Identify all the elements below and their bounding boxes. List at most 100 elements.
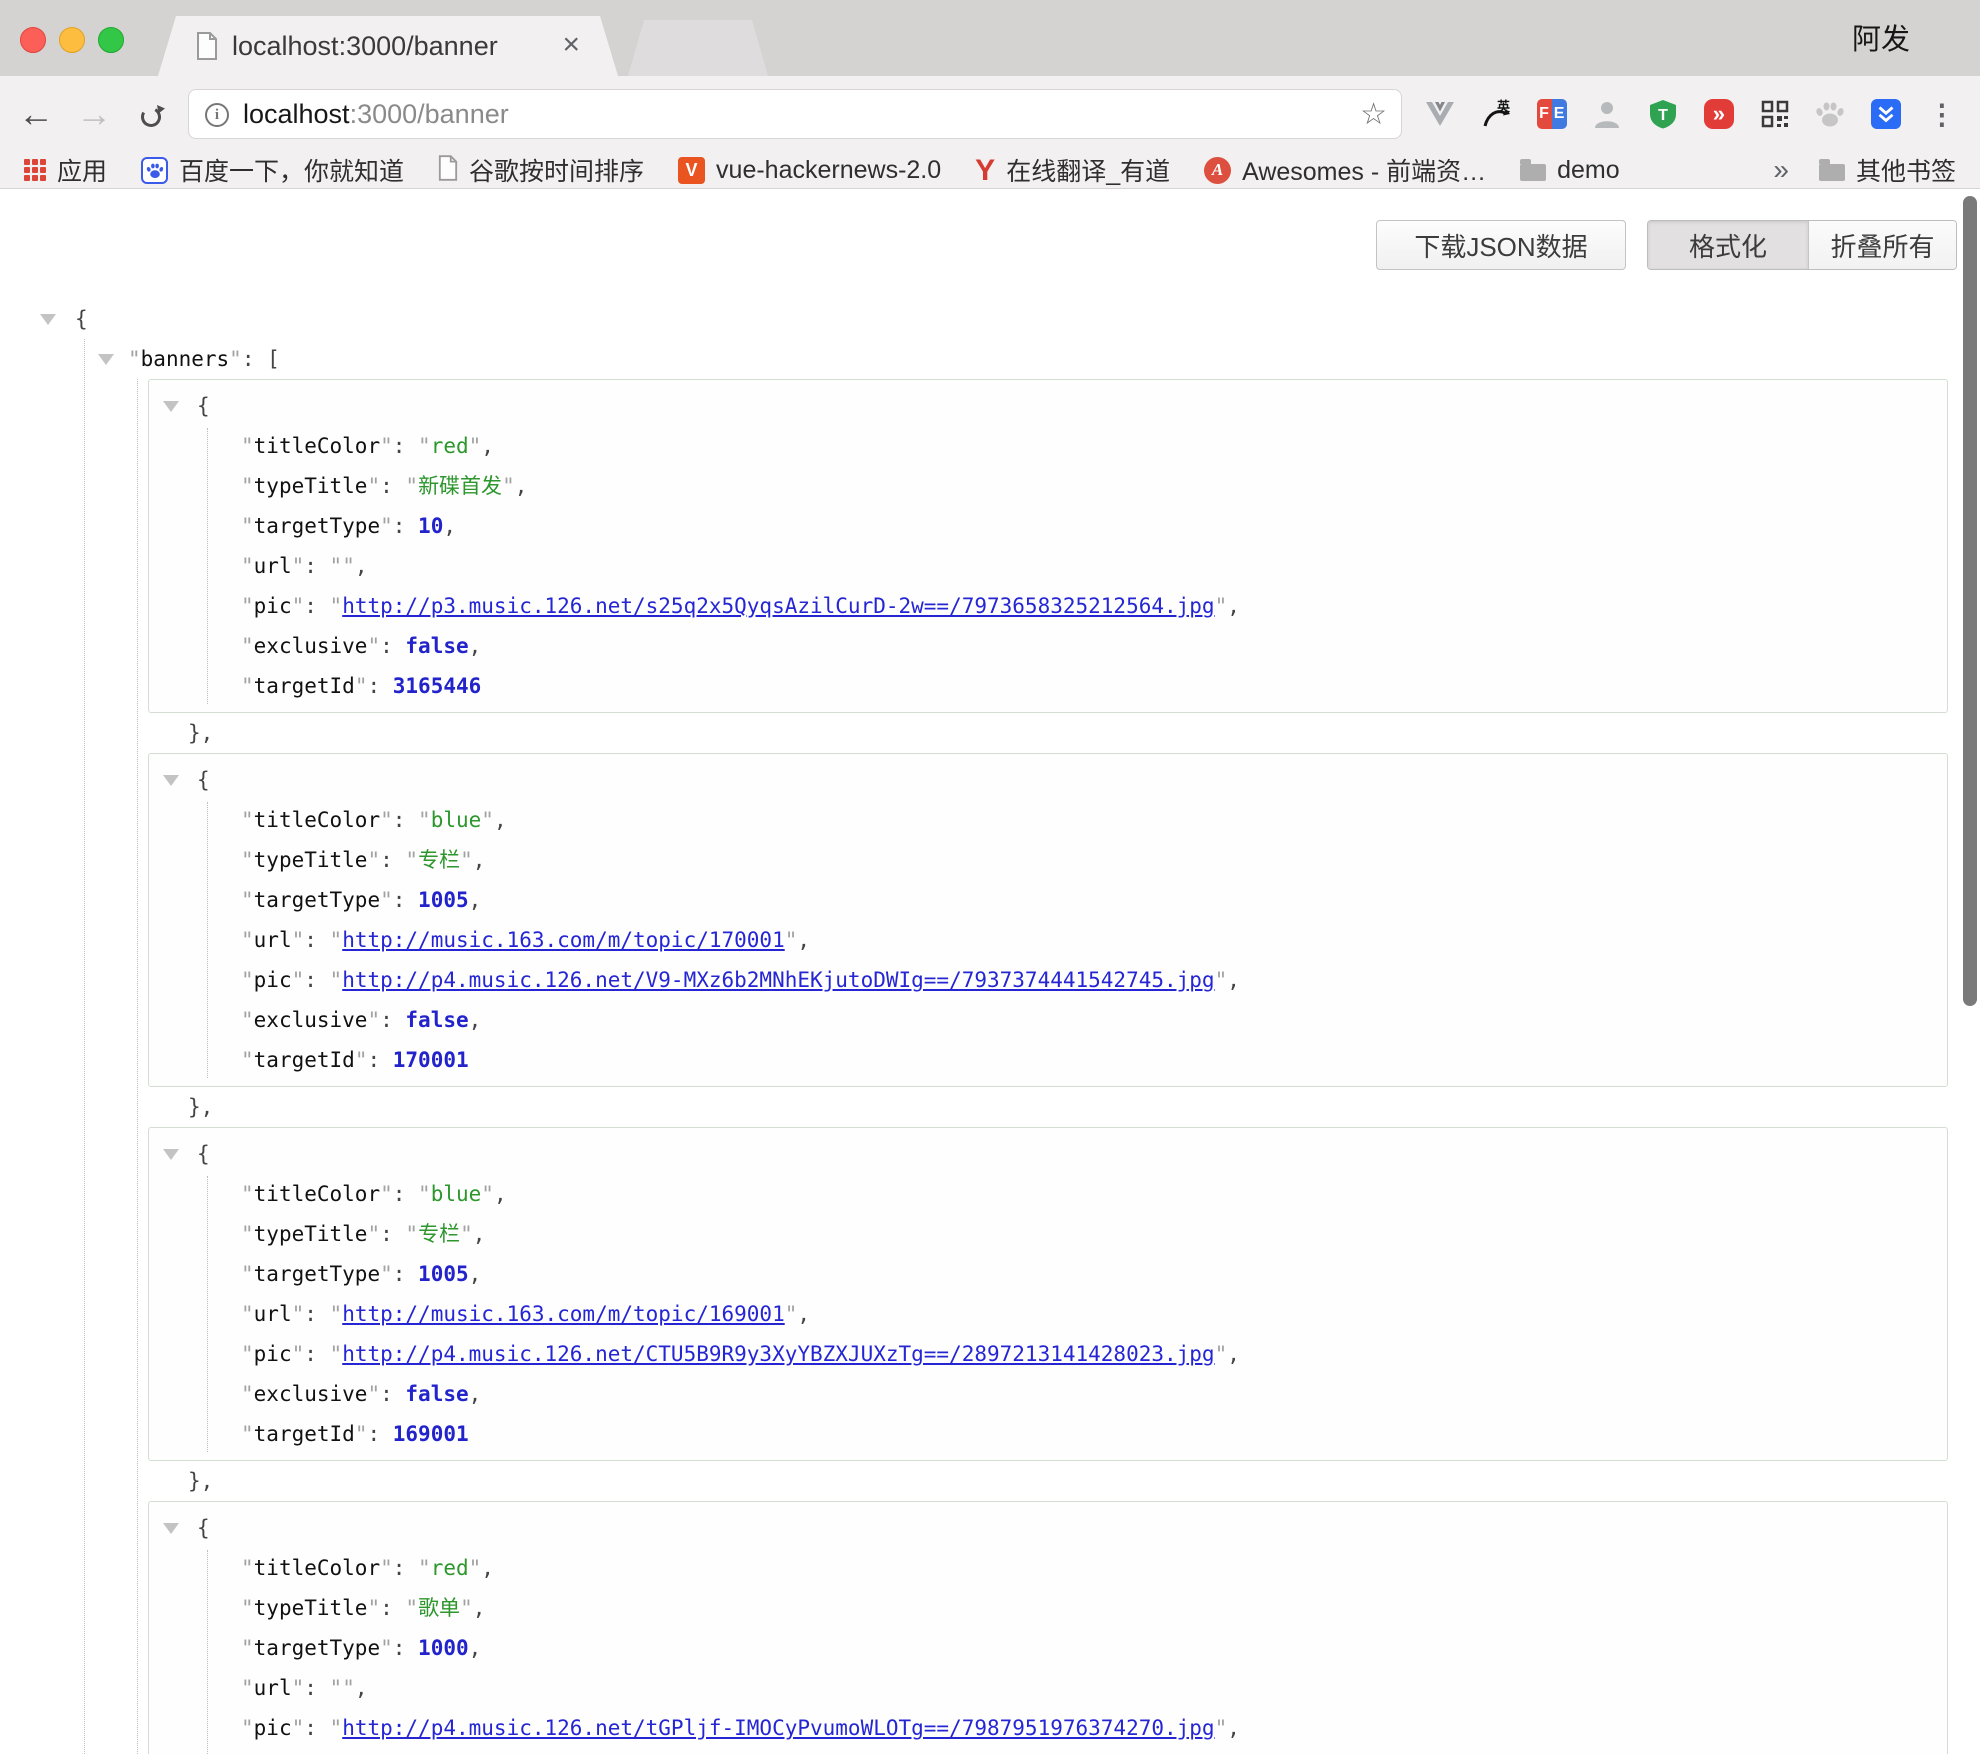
json-token: ,: [469, 634, 482, 658]
json-key: targetId: [254, 1422, 355, 1446]
json-token: ": [241, 594, 254, 618]
json-token: :: [380, 474, 405, 498]
qr-code-extension-icon[interactable]: [1759, 98, 1791, 130]
json-token: ": [367, 848, 380, 872]
person-extension-icon[interactable]: [1591, 98, 1623, 130]
collapse-triangle-icon[interactable]: [163, 401, 179, 412]
json-line: "targetType": 1005,: [149, 880, 1947, 920]
json-line: {: [149, 760, 1947, 800]
json-key: url: [254, 1676, 292, 1700]
json-key: targetId: [254, 1048, 355, 1072]
json-key: titleColor: [254, 1556, 380, 1580]
json-token: ": [405, 1596, 418, 1620]
json-url-link[interactable]: http://p4.music.126.net/tGPljf-IMOCyPvum…: [342, 1716, 1214, 1740]
json-value: 3165446: [393, 674, 482, 698]
vertical-scrollbar-thumb[interactable]: [1963, 196, 1977, 1006]
json-token: :: [393, 1556, 418, 1580]
tab-bar: localhost:3000/banner × 阿发: [0, 0, 1980, 76]
folder-icon: [1520, 164, 1546, 181]
shield-extension-icon[interactable]: T: [1647, 98, 1679, 130]
browser-menu-icon[interactable]: ⋮: [1926, 98, 1958, 130]
json-key: exclusive: [254, 1382, 368, 1406]
json-token: ": [292, 1302, 305, 1326]
paw-extension-icon[interactable]: [1814, 98, 1846, 130]
bookmark-youdao[interactable]: Y 在线翻译_有道: [975, 152, 1170, 188]
url-path: :3000/banner: [350, 99, 509, 129]
bookmark-google-sort[interactable]: 谷歌按时间排序: [438, 152, 644, 188]
json-token: :: [242, 347, 267, 371]
bookmark-baidu[interactable]: 百度一下，你就知道: [141, 152, 404, 188]
json-token: ": [241, 1676, 254, 1700]
tab-close-icon[interactable]: ×: [562, 16, 580, 76]
translate-extension-icon[interactable]: 英: [1480, 98, 1512, 130]
json-key: url: [254, 928, 292, 952]
download-json-button[interactable]: 下载JSON数据: [1376, 220, 1626, 270]
collapse-triangle-icon[interactable]: [163, 1149, 179, 1160]
json-url-link[interactable]: http://music.163.com/m/topic/169001: [342, 1302, 785, 1326]
json-token: ": [229, 347, 242, 371]
page-info-icon[interactable]: i: [205, 103, 229, 127]
scroll-capture-extension-icon[interactable]: [1870, 98, 1902, 130]
collapse-triangle-icon[interactable]: [163, 1523, 179, 1534]
fast-forward-extension-icon[interactable]: »: [1703, 98, 1735, 130]
collapse-triangle-icon[interactable]: [40, 314, 56, 325]
json-token: ": [241, 848, 254, 872]
bookmark-folder-demo[interactable]: demo: [1520, 156, 1620, 185]
vue-devtools-icon[interactable]: [1424, 98, 1456, 130]
json-token: ": [241, 634, 254, 658]
json-url-link[interactable]: http://p4.music.126.net/V9-MXz6b2MNhEKju…: [342, 968, 1214, 992]
bookmark-label: 百度一下，你就知道: [179, 152, 404, 188]
bookmark-star-icon[interactable]: ☆: [1360, 90, 1387, 138]
collapse-triangle-icon[interactable]: [98, 354, 114, 365]
json-token: ": [367, 634, 380, 658]
browser-tab[interactable]: localhost:3000/banner ×: [158, 16, 618, 76]
json-line: {: [149, 386, 1947, 426]
window-close-button[interactable]: [20, 27, 46, 53]
json-line: "url": "",: [149, 546, 1947, 586]
bookmark-vue-hackernews[interactable]: V vue-hackernews-2.0: [678, 156, 941, 185]
other-bookmarks-label: 其他书签: [1856, 152, 1956, 188]
json-url-link[interactable]: http://music.163.com/m/topic/170001: [342, 928, 785, 952]
reload-icon[interactable]: [136, 99, 166, 141]
other-bookmarks[interactable]: 其他书签: [1819, 152, 1956, 188]
new-tab-button[interactable]: [628, 20, 768, 76]
window-minimize-button[interactable]: [59, 27, 85, 53]
json-line: "pic": "http://p3.music.126.net/s25q2x5Q…: [149, 586, 1947, 626]
json-token: ": [355, 1048, 368, 1072]
browser-profile-name[interactable]: 阿发: [1852, 0, 1910, 76]
window-controls: [20, 27, 124, 53]
vue-v-icon: V: [678, 157, 705, 184]
json-line: "targetType": 1005,: [149, 1254, 1947, 1294]
json-token: ": [241, 514, 254, 538]
json-line: "url": "http://music.163.com/m/topic/169…: [149, 1294, 1947, 1334]
back-icon[interactable]: ←: [18, 76, 54, 152]
address-bar[interactable]: i localhost:3000/banner ☆: [188, 89, 1402, 139]
json-token: ": [292, 1342, 305, 1366]
json-token: ": [367, 1222, 380, 1246]
json-object-box: {"titleColor": "blue","typeTitle": "专栏",…: [148, 753, 1948, 1087]
json-value: 10: [418, 514, 443, 538]
json-token: ": [405, 474, 418, 498]
bookmark-label: 谷歌按时间排序: [469, 152, 644, 188]
json-url-link[interactable]: http://p3.music.126.net/s25q2x5QyqsAzilC…: [342, 594, 1214, 618]
bookmark-apps[interactable]: 应用: [24, 152, 107, 188]
bookmark-awesomes[interactable]: A Awesomes - 前端资…: [1204, 152, 1486, 188]
collapse-all-button[interactable]: 折叠所有: [1808, 221, 1956, 269]
json-token: ": [241, 1048, 254, 1072]
browser-toolbar: ← → i localhost:3000/banner ☆ 英 FE T »: [0, 76, 1980, 152]
json-token: ": [418, 808, 431, 832]
json-line: "pic": "http://p4.music.126.net/CTU5B9R9…: [149, 1334, 1947, 1374]
fe-extension-icon[interactable]: FE: [1536, 98, 1568, 130]
json-token: ": [785, 1302, 798, 1326]
window-zoom-button[interactable]: [98, 27, 124, 53]
collapse-triangle-icon[interactable]: [163, 775, 179, 786]
json-line: "typeTitle": "专栏",: [149, 840, 1947, 880]
format-button[interactable]: 格式化: [1648, 221, 1808, 269]
json-line: {: [149, 1134, 1947, 1174]
json-value: 170001: [393, 1048, 469, 1072]
json-token: ": [405, 848, 418, 872]
json-line: "exclusive": false: [149, 1748, 1947, 1754]
bookmarks-overflow-chevron[interactable]: »: [1773, 154, 1789, 186]
json-url-link[interactable]: http://p4.music.126.net/CTU5B9R9y3XyYBZX…: [342, 1342, 1214, 1366]
json-token: ,: [494, 808, 507, 832]
